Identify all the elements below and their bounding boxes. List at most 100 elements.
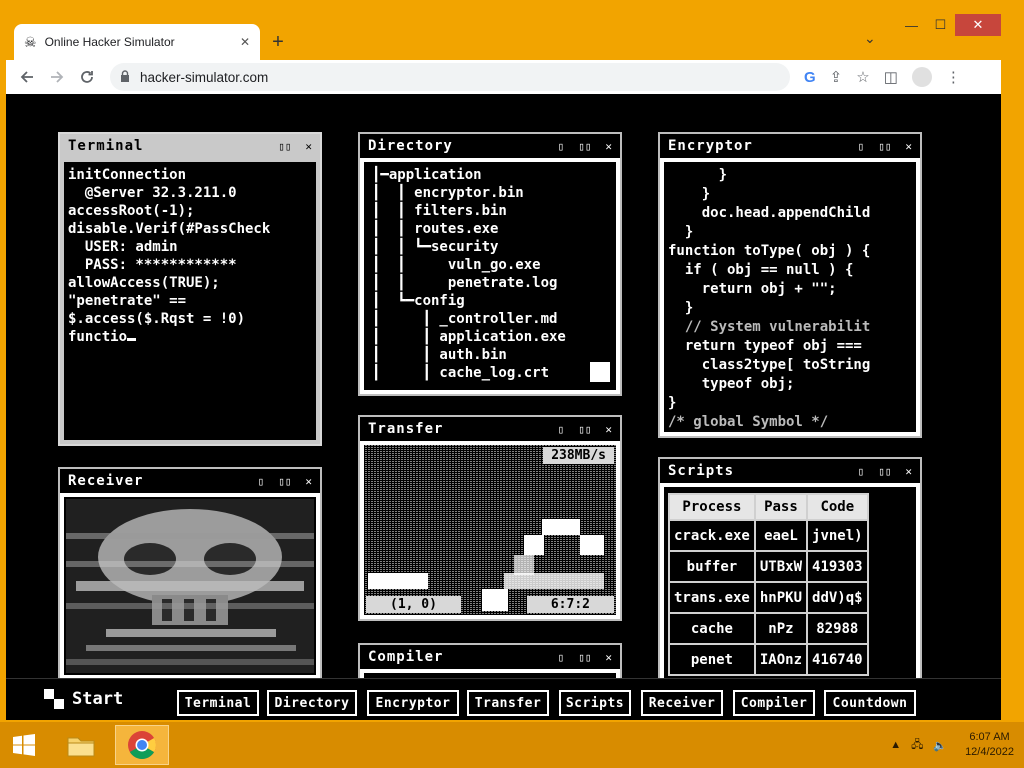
table-cell: IAOnz [753,643,809,676]
minimize-button[interactable]: — [897,14,926,36]
directory-entry[interactable]: ┃ ┃ auth.bin [372,346,608,364]
chrome-taskbar-button[interactable] [115,725,169,765]
scripts-titlebar[interactable]: Scripts ▯ ▯▯ ✕ [660,459,920,483]
terminal-window[interactable]: Terminal ▯▯ ✕ initConnection @Server 32.… [58,132,322,446]
directory-window[interactable]: Directory ▯ ▯▯ ✕ ┃━application ┃ ┃ encryp… [358,132,622,396]
directory-entry[interactable]: ┃ ┃ application.exe [372,328,608,346]
terminal-line: allowAccess(TRUE); [68,275,220,291]
table-row: cache nPz 82988 [668,612,869,645]
minimize-icon[interactable]: ▯ [558,140,565,153]
profile-avatar-icon[interactable] [911,67,932,87]
maximize-icon[interactable]: ▯▯ [578,140,591,153]
encryptor-body[interactable]: } } doc.head.appendChild } function toTyp… [664,162,916,432]
maximize-icon[interactable]: ▯▯ [278,475,291,488]
directory-entry[interactable]: ┃ ┃ _controller.md [372,310,608,328]
encryptor-titlebar[interactable]: Encryptor ▯ ▯▯ ✕ [660,134,920,158]
terminal-body[interactable]: initConnection @Server 32.3.211.0 accessR… [64,162,316,440]
directory-titlebar[interactable]: Directory ▯ ▯▯ ✕ [360,134,620,158]
table-header-row: Process Pass Code [668,493,869,521]
close-icon[interactable]: ✕ [605,423,612,436]
lock-icon[interactable] [120,69,130,85]
close-icon[interactable]: ✕ [605,651,612,664]
share-icon[interactable]: ⇪ [830,68,843,86]
minimize-icon[interactable]: ▯ [558,423,565,436]
directory-entry[interactable]: ┃ ┃ penetrate.log [372,274,608,292]
checkered-logo-icon [44,689,64,709]
maximize-icon[interactable]: ▯▯ [578,423,591,436]
new-tab-button[interactable]: + [264,28,292,56]
encryptor-window[interactable]: Encryptor ▯ ▯▯ ✕ } } doc.head.appendChil… [658,132,922,438]
taskbar-button-scripts[interactable]: Scripts [559,690,631,716]
browser-tab[interactable]: ☠ Online Hacker Simulator ✕ [14,24,260,60]
terminal-line: disable.Verif(#PassCheck [68,221,271,237]
minimize-icon[interactable]: ▯ [858,140,865,153]
maximize-icon[interactable]: ▯▯ [278,140,291,153]
directory-entry[interactable]: ┃ ┃ routes.exe [372,220,608,238]
terminal-line: "penetrate" == [68,293,187,309]
back-button[interactable] [12,62,42,92]
tab-search-icon[interactable]: ⌄ [864,30,876,47]
browser-toolbar: hacker-simulator.com G ⇪ ☆ ◫ ⋮ [6,60,1001,94]
close-icon[interactable]: ✕ [905,140,912,153]
scripts-window[interactable]: Scripts ▯ ▯▯ ✕ Process Pass Code crack.e… [658,457,922,697]
code-line: doc.head.appendChild [668,205,871,221]
close-window-button[interactable]: ✕ [955,14,1001,36]
receiver-titlebar[interactable]: Receiver ▯ ▯▯ ✕ [60,469,320,493]
directory-entry[interactable]: ┃ ┃ filters.bin [372,202,608,220]
taskbar-button-receiver[interactable]: Receiver [641,690,723,716]
maximize-button[interactable]: ☐ [926,14,955,36]
compiler-title: Compiler [368,649,444,665]
code-line: /* global Symbol */ [668,414,829,430]
taskbar-button-terminal[interactable]: Terminal [177,690,259,716]
maximize-icon[interactable]: ▯▯ [878,140,891,153]
taskbar-button-encryptor[interactable]: Encryptor [367,690,459,716]
taskbar-button-directory[interactable]: Directory [267,690,357,716]
file-explorer-button[interactable] [56,725,106,765]
column-header: Code [806,493,869,521]
close-icon[interactable]: ✕ [605,140,612,153]
forward-button[interactable] [42,62,72,92]
scroll-thumb[interactable] [590,362,610,382]
volume-icon[interactable]: 🔈 [933,739,947,752]
graph-block [542,519,580,535]
directory-entry[interactable]: ┃ ┃ cache_log.crt [372,364,608,382]
close-icon[interactable]: ✕ [305,140,312,153]
directory-entry[interactable]: ┃ ┃ vuln_go.exe [372,256,608,274]
minimize-icon[interactable]: ▯ [558,651,565,664]
bookmark-star-icon[interactable]: ☆ [856,68,869,86]
reload-button[interactable] [72,62,102,92]
address-bar[interactable]: hacker-simulator.com [110,63,790,91]
directory-entry[interactable]: ┃ ┗━config [372,292,608,310]
taskbar-button-transfer[interactable]: Transfer [467,690,549,716]
minimize-icon[interactable]: ▯ [258,475,265,488]
google-icon[interactable]: G [804,69,816,86]
transfer-title: Transfer [368,421,444,437]
directory-entry[interactable]: ┃ ┃ ┗━security [372,238,608,256]
side-panel-icon[interactable]: ◫ [884,68,898,86]
transfer-titlebar[interactable]: Transfer ▯ ▯▯ ✕ [360,417,620,441]
taskbar-button-compiler[interactable]: Compiler [733,690,815,716]
code-line: if ( obj == null ) { [668,262,854,278]
windows-start-button[interactable] [0,725,48,765]
directory-body[interactable]: ┃━application ┃ ┃ encryptor.bin ┃ ┃ filter… [364,162,616,390]
minimize-icon[interactable]: ▯ [858,465,865,478]
scripts-body[interactable]: Process Pass Code crack.exe eaeL jvnel) buf… [664,487,916,691]
maximize-icon[interactable]: ▯▯ [878,465,891,478]
menu-dots-icon[interactable]: ⋮ [946,68,961,86]
simulator-taskbar: Start Terminal Directory Encryptor Trans… [6,678,1001,720]
directory-entry[interactable]: ┃ ┃ encryptor.bin [372,184,608,202]
close-icon[interactable]: ✕ [305,475,312,488]
taskbar-button-countdown[interactable]: Countdown [824,690,916,716]
transfer-window[interactable]: Transfer ▯ ▯▯ ✕ 238MB/s (1, 0) 6:7:2 [358,415,622,621]
network-icon[interactable]: 🖧 [911,736,923,755]
close-icon[interactable]: ✕ [905,465,912,478]
clock[interactable]: 6:07 AM 12/4/2022 [965,730,1014,760]
show-hidden-icons-icon[interactable]: ▲ [890,739,901,751]
receiver-window[interactable]: Receiver ▯ ▯▯ ✕ [58,467,322,681]
terminal-titlebar[interactable]: Terminal ▯▯ ✕ [60,134,320,158]
maximize-icon[interactable]: ▯▯ [578,651,591,664]
directory-entry[interactable]: ┃━application [372,166,608,184]
compiler-titlebar[interactable]: Compiler ▯ ▯▯ ✕ [360,645,620,669]
start-button[interactable]: Start [44,689,123,709]
tab-close-icon[interactable]: ✕ [240,35,250,49]
